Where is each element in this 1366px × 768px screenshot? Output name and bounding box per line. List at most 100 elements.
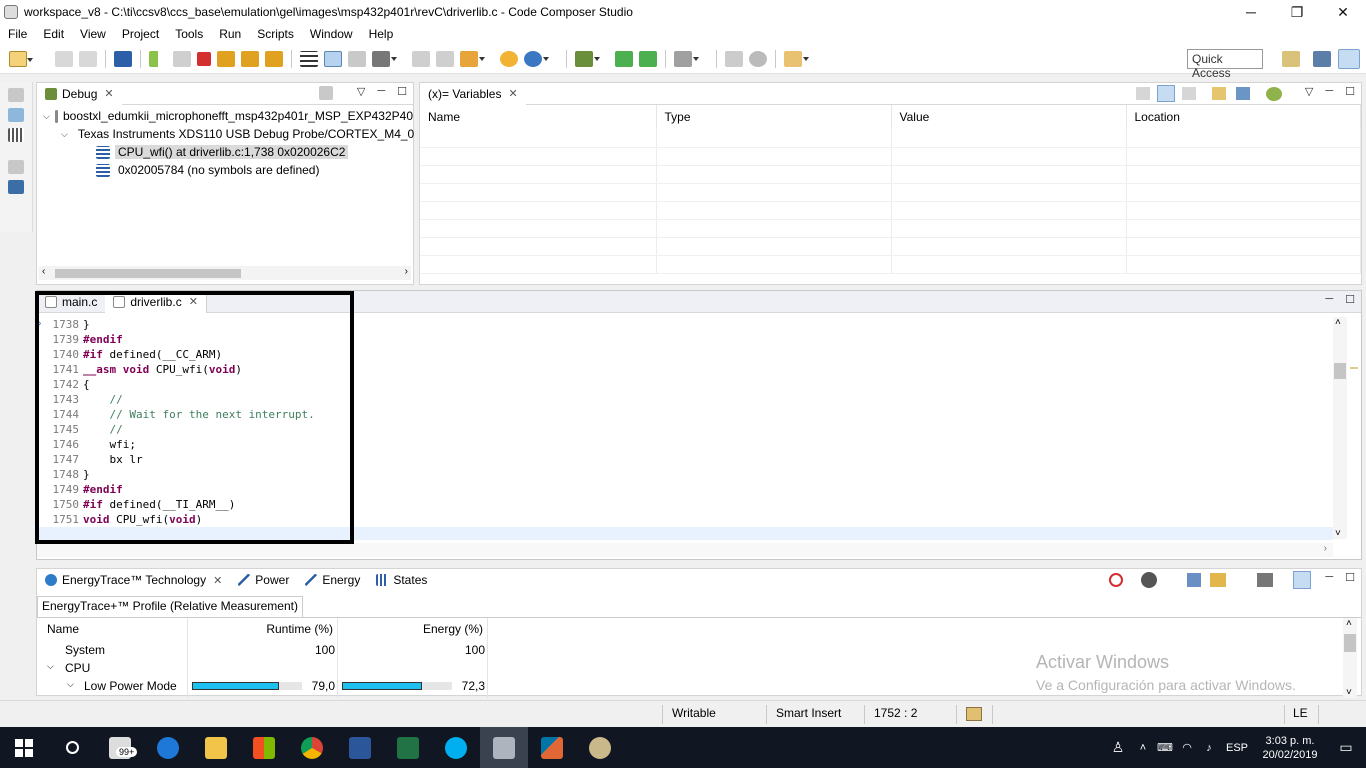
tree-item-frame[interactable]: 0x02005784 (no symbols are defined)	[37, 161, 413, 179]
close-icon[interactable]: ✕	[213, 574, 222, 587]
save-profile-icon[interactable]	[1187, 573, 1201, 587]
subtab-profile[interactable]: EnergyTrace+™ Profile (Relative Measurem…	[37, 596, 303, 618]
column-location[interactable]: Location	[1126, 105, 1361, 129]
collapse-all-icon[interactable]	[1182, 87, 1196, 100]
expressions-icon[interactable]	[8, 108, 24, 122]
open-profile-icon[interactable]	[1210, 573, 1226, 587]
menu-tools[interactable]: Tools	[167, 27, 211, 41]
scroll-down-icon[interactable]: ˅	[1335, 528, 1341, 539]
scroll-thumb[interactable]	[1344, 634, 1356, 652]
tab-variables[interactable]: (x)= Variables ✕	[420, 82, 526, 105]
taskbar-word[interactable]	[336, 727, 384, 768]
save-icon[interactable]	[55, 50, 73, 67]
memory-status-icon[interactable]	[966, 707, 982, 721]
minimize-view-icon[interactable]: ─	[1325, 293, 1333, 306]
menu-run[interactable]: Run	[211, 27, 249, 41]
tab-states[interactable]: States	[368, 569, 435, 591]
remove-terminated-icon[interactable]	[319, 86, 333, 100]
scroll-left-icon[interactable]: ‹	[42, 266, 45, 277]
taskbar-paint[interactable]	[576, 727, 624, 768]
scroll-right-icon[interactable]: ›	[1324, 543, 1327, 554]
expand-arrow-icon[interactable]: ⌵	[47, 661, 54, 672]
open-perspective-icon[interactable]	[1282, 51, 1300, 67]
tool-icon[interactable]	[436, 50, 454, 67]
close-icon[interactable]: ✕	[104, 87, 113, 100]
scroll-up-icon[interactable]: ˄	[1346, 618, 1352, 629]
tab-debug[interactable]: Debug ✕	[37, 82, 122, 105]
view-menu-icon[interactable]: ▽	[357, 85, 365, 98]
language-indicator[interactable]: ESP	[1220, 742, 1254, 754]
expand-arrow-icon[interactable]: ⌵	[43, 111, 50, 122]
maximize-view-icon[interactable]: ☐	[397, 85, 407, 98]
column-value[interactable]: Value	[891, 105, 1127, 129]
menu-edit[interactable]: Edit	[35, 27, 72, 41]
restore-icon[interactable]	[8, 88, 24, 102]
taskbar-edge[interactable]	[144, 727, 192, 768]
export-icon[interactable]	[1212, 87, 1226, 100]
code-line[interactable]: 1748}	[37, 467, 1333, 482]
view-menu-icon[interactable]: ▽	[1305, 85, 1313, 98]
taskbar-chrome[interactable]	[288, 727, 336, 768]
refresh-icon[interactable]	[639, 50, 657, 67]
code-line[interactable]: 1749 #endif	[37, 482, 1333, 497]
close-icon[interactable]: ✕	[508, 87, 517, 100]
close-button[interactable]: ✕	[1320, 0, 1366, 24]
code-line[interactable]: 1739 #endif	[37, 332, 1333, 347]
code-line[interactable]: 1742{	[37, 377, 1333, 392]
notification-icon[interactable]: ▭	[1326, 739, 1366, 756]
menu-view[interactable]: View	[72, 27, 114, 41]
menu-window[interactable]: Window	[302, 27, 361, 41]
column-runtime[interactable]: Runtime (%)	[187, 622, 333, 636]
clock[interactable]: 3:03 p. m. 20/02/2019	[1254, 734, 1326, 762]
power-stop-icon[interactable]	[1109, 573, 1123, 587]
quick-access-field[interactable]: Quick Access	[1187, 49, 1263, 80]
scroll-right-icon[interactable]: ›	[405, 266, 408, 277]
code-line[interactable]: 1744 // Wait for the next interrupt.	[37, 407, 1333, 422]
tab-energy[interactable]: Energy	[297, 569, 368, 591]
close-icon[interactable]: ✕	[189, 295, 198, 308]
code-line[interactable]: 1745 //	[37, 422, 1333, 437]
taskbar-mail[interactable]: 99+	[96, 727, 144, 768]
step-over-asm-icon[interactable]	[615, 50, 633, 67]
wifi-icon[interactable]: ◠	[1176, 741, 1198, 754]
code-line[interactable]: 1750 #if defined(__TI_ARM__)	[37, 497, 1333, 512]
menu-file[interactable]: File	[0, 27, 35, 41]
run-options-icon[interactable]	[524, 50, 549, 67]
code-editor[interactable]: 1738} 1739 #endif 1740 #if defined(__CC_ARM)…	[37, 317, 1333, 537]
import-icon[interactable]	[1236, 87, 1250, 100]
maximize-view-icon[interactable]: ☐	[1345, 85, 1355, 98]
maximize-view-icon[interactable]: ☐	[1345, 571, 1355, 584]
minimize-view-icon[interactable]: ─	[1325, 85, 1333, 98]
view-options-icon[interactable]	[1257, 573, 1273, 587]
build-icon[interactable]	[674, 50, 699, 67]
scroll-up-icon[interactable]: ˄	[1335, 317, 1341, 328]
input-icon[interactable]: ⌨	[1154, 741, 1176, 754]
volume-icon[interactable]: ♪	[1198, 742, 1220, 754]
clean-icon[interactable]	[725, 50, 743, 67]
tree-item-probe[interactable]: ⌵ Texas Instruments XDS110 USB Debug Pro…	[37, 125, 414, 143]
code-line[interactable]: 1741 __asm void CPU_wfi(void)	[37, 362, 1333, 377]
taskbar-store[interactable]	[240, 727, 288, 768]
column-name[interactable]: Name	[47, 622, 79, 636]
scroll-thumb[interactable]	[55, 269, 241, 278]
console-icon[interactable]	[114, 50, 132, 67]
debug-hscrollbar[interactable]: ‹ ›	[39, 266, 411, 280]
instruction-step-icon[interactable]	[324, 50, 342, 67]
minimize-button[interactable]: ─	[1228, 0, 1274, 24]
taskbar-skype[interactable]	[432, 727, 480, 768]
taskbar-matlab[interactable]	[528, 727, 576, 768]
cc-debug-perspective-icon[interactable]	[1338, 49, 1360, 69]
start-button[interactable]	[0, 727, 48, 768]
show-graph-icon[interactable]	[1293, 571, 1311, 589]
code-line[interactable]: 1746 wfi;	[37, 437, 1333, 452]
restore-button[interactable]: ❐	[1274, 0, 1320, 24]
minimize-view-icon[interactable]: ─	[1325, 571, 1333, 584]
taskbar-explorer[interactable]	[192, 727, 240, 768]
timer-icon[interactable]	[1141, 572, 1157, 588]
tree-item-project[interactable]: ⌵ boostxl_edumkii_microphonefft_msp432p4…	[37, 107, 413, 125]
menu-scripts[interactable]: Scripts	[249, 27, 302, 41]
load-icon[interactable]	[460, 50, 485, 67]
code-line[interactable]: 1740 #if defined(__CC_ARM)	[37, 347, 1333, 362]
step-return-icon[interactable]	[265, 50, 283, 67]
tree-item-frame-selected[interactable]: CPU_wfi() at driverlib.c:1,738 0x020026C…	[37, 143, 413, 161]
